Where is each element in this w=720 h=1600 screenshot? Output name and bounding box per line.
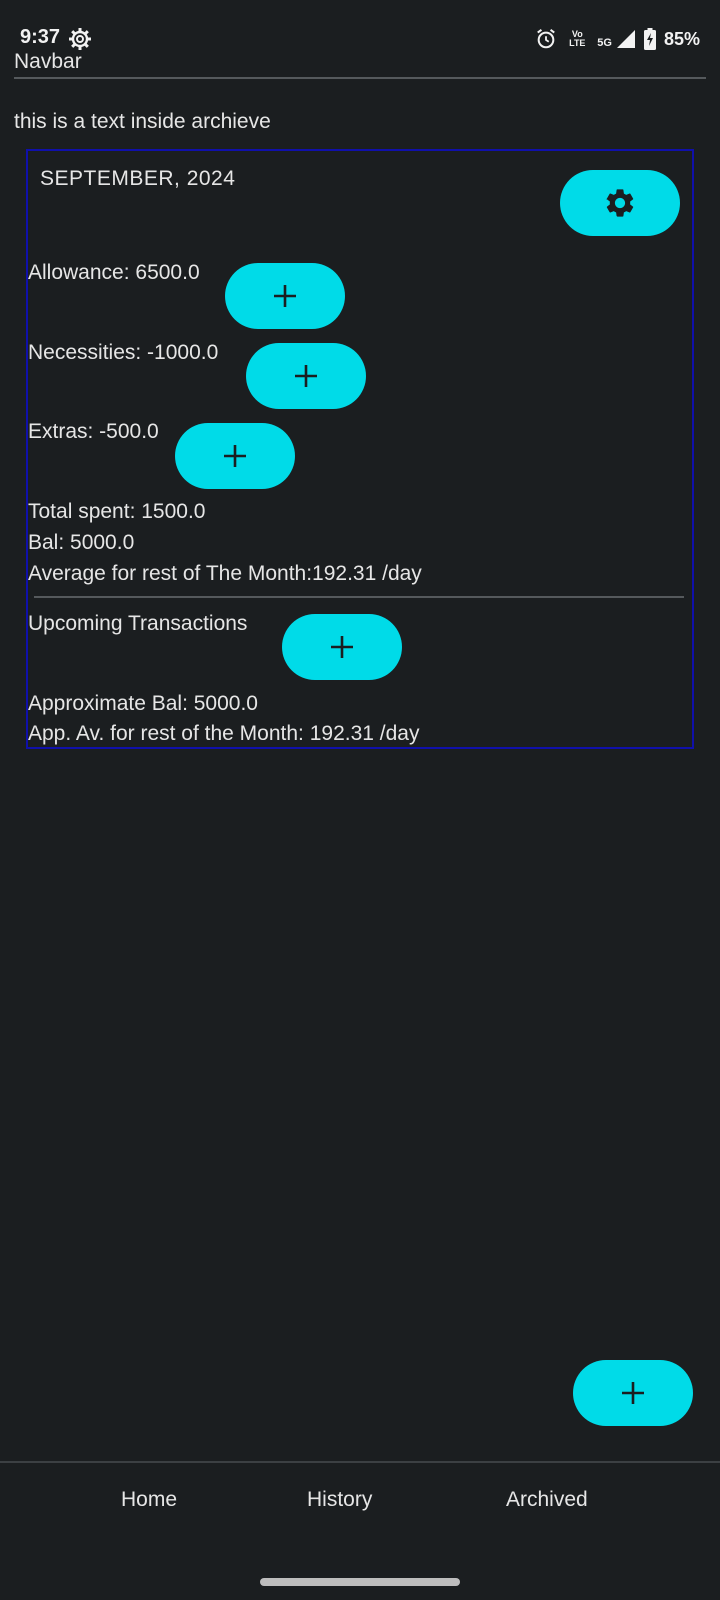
navbar-title: Navbar [14,50,82,73]
allowance-text: Allowance: 6500.0 [28,261,200,284]
plus-icon [331,636,353,658]
extras-text: Extras: -500.0 [28,420,159,443]
signal-icon [616,30,635,48]
volte-icon: Vo LTE [569,29,586,48]
bottom-nav-divider [0,1461,720,1463]
app-screen: 9:37 Vo LTE 5G 85% Navbar this is a text… [0,0,720,1600]
status-right-group: Vo LTE 5G 85% [535,26,700,52]
upcoming-transactions-label: Upcoming Transactions [28,612,248,635]
plus-icon [295,365,317,387]
battery-charging-icon [643,28,656,50]
nav-home[interactable]: Home [121,1488,177,1512]
status-time: 9:37 [20,26,61,48]
balance-text: Bal: 5000.0 [28,531,135,554]
total-spent-text: Total spent: 1500.0 [28,500,206,523]
floating-add-button[interactable] [573,1360,693,1426]
settings-button[interactable] [560,170,680,236]
status-bar: 9:37 Vo LTE 5G 85% [0,0,720,56]
add-allowance-button[interactable] [225,263,345,329]
plus-icon [274,285,296,307]
add-extras-button[interactable] [175,423,295,489]
necessities-text: Necessities: -1000.0 [28,341,219,364]
navbar-divider [14,77,706,79]
nav-archived[interactable]: Archived [506,1488,588,1512]
approx-average-text: App. Av. for rest of the Month: 192.31 /… [28,722,420,745]
intro-text: this is a text inside archieve [14,110,271,133]
card-divider [34,596,684,598]
month-title: SEPTEMBER, 2024 [40,167,236,190]
nav-history[interactable]: History [307,1488,372,1512]
average-text: Average for rest of The Month:192.31 /da… [28,562,422,585]
alarm-icon [537,29,556,49]
home-indicator[interactable] [260,1578,460,1586]
settings-notification-icon [69,28,91,50]
network-5g-label: 5G [597,37,612,49]
add-necessities-button[interactable] [246,343,366,409]
battery-percent: 85% [663,28,700,49]
approx-balance-text: Approximate Bal: 5000.0 [28,692,258,715]
plus-icon [224,445,246,467]
plus-icon [622,1382,644,1404]
settings-icon [606,189,634,217]
add-upcoming-transaction-button[interactable] [282,614,402,680]
